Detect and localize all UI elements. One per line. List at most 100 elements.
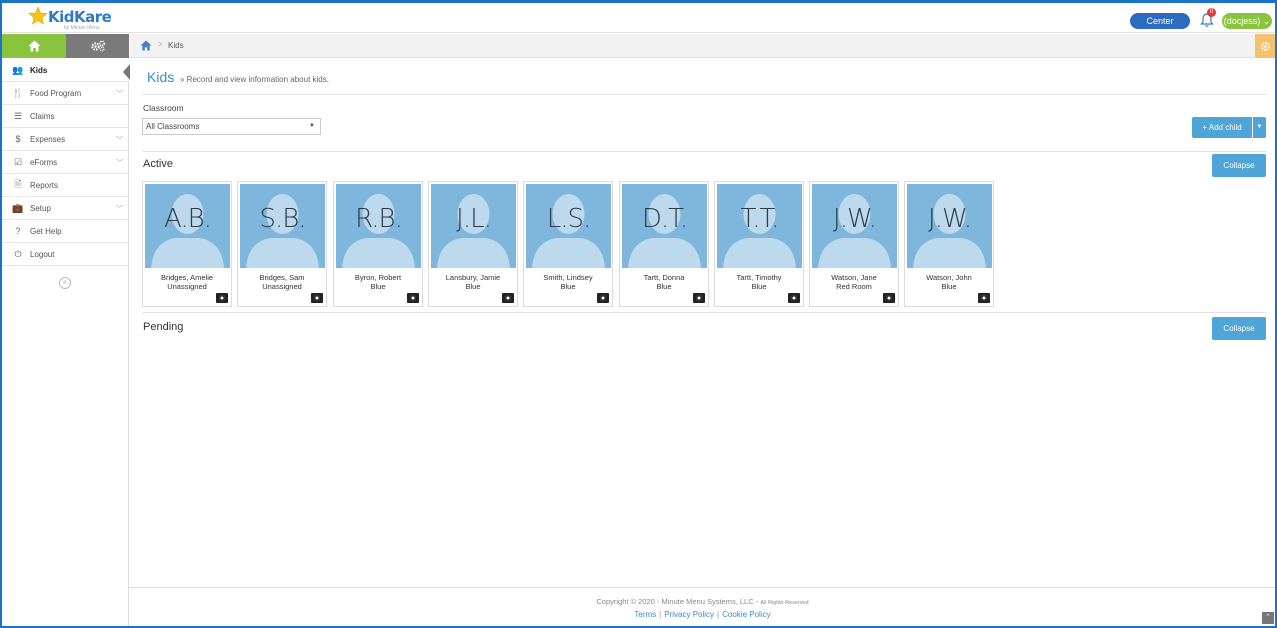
sidebar-item-reports[interactable]: 🗎 Reports [2, 174, 129, 197]
kid-initials: R.B. [355, 204, 403, 234]
sidebar-item-setup[interactable]: 💼 Setup ﹀ [2, 197, 129, 220]
kid-classroom: Blue [941, 282, 957, 291]
kid-avatar[interactable]: J.W. [907, 184, 992, 268]
kid-card[interactable]: J.W. Watson, Jane Red Room [809, 181, 899, 307]
dropdown-arrow-icon: ▼ [309, 123, 315, 129]
kid-initials: J.W. [928, 204, 972, 234]
dollar-icon: $ [15, 134, 21, 144]
kidkare-logo[interactable]: KidKare by Minute Menu [28, 6, 128, 32]
kid-name: Bridges, Amelie [160, 273, 214, 282]
rights-text: All Rights Reserved [760, 600, 809, 606]
sidebar-item-label: Reports [30, 180, 59, 190]
user-menu-button[interactable]: (docjess) ⌄ [1222, 13, 1272, 29]
chevron-down-icon: ﹀ [116, 206, 123, 213]
camera-icon[interactable] [883, 293, 895, 303]
home-icon[interactable] [140, 40, 152, 51]
kid-name: Tartt, Timothy [736, 273, 782, 282]
classroom-label: Classroom [143, 103, 184, 113]
settings-button[interactable] [66, 34, 129, 58]
kid-initials: D.T. [641, 204, 688, 234]
kid-name: Byron, Robert [354, 273, 402, 282]
kid-card[interactable]: J.W. Watson, John Blue [904, 181, 994, 307]
collapse-pending-button[interactable]: Collapse [1212, 317, 1266, 340]
active-indicator [123, 64, 130, 80]
sidebar-item-claims[interactable]: ☰ Claims [2, 105, 129, 128]
sidebar-item-label: Kids [30, 65, 48, 75]
kid-card[interactable]: A.B. Bridges, Amelie Unassigned [142, 181, 232, 307]
kid-avatar[interactable]: D.T. [622, 184, 707, 268]
pending-section-title: Pending [143, 321, 184, 333]
chevron-down-icon: ﹀ [116, 137, 123, 144]
kid-avatar[interactable]: J.L. [431, 184, 516, 268]
sidebar-item-food-program[interactable]: 🍴 Food Program ﹀ [2, 82, 129, 105]
kid-classroom: Red Room [836, 282, 872, 291]
kid-avatar[interactable]: A.B. [145, 184, 230, 268]
kid-card[interactable]: D.T. Tartt, Donna Blue [619, 181, 709, 307]
sidebar-menu: 👥 Kids 🍴 Food Program ﹀ ☰ Claims $ Expen… [2, 59, 130, 266]
top-bar: KidKare by Minute Menu Center 0 (docjess… [2, 3, 1275, 33]
help-icon: ? [15, 226, 21, 236]
sidebar-item-label: Logout [30, 249, 55, 259]
power-icon: ⏻ [14, 248, 22, 259]
sidebar-item-expenses[interactable]: $ Expenses ﹀ [2, 128, 129, 151]
camera-icon[interactable] [502, 293, 514, 303]
sidebar-item-eforms[interactable]: ☑ eForms ﹀ [2, 151, 129, 174]
camera-icon[interactable] [407, 293, 419, 303]
sidebar-item-label: Get Help [30, 226, 62, 236]
breadcrumb-separator: > [158, 40, 163, 49]
kid-name: Tartt, Donna [643, 273, 685, 282]
sidebar-item-logout[interactable]: ⏻ Logout [2, 243, 129, 266]
briefcase-icon: 💼 [12, 202, 24, 213]
add-child-button[interactable]: + Add child [1192, 117, 1252, 138]
kid-avatar[interactable]: R.B. [336, 184, 421, 268]
document-icon: 🗎 [14, 179, 22, 189]
home-icon [28, 40, 40, 52]
collapse-active-button[interactable]: Collapse [1212, 154, 1266, 177]
kid-card[interactable]: J.L. Lansbury, Jamie Blue [428, 181, 518, 307]
page-title: Kids [147, 69, 175, 85]
breadcrumb-current: Kids [168, 41, 184, 50]
gears-icon [90, 40, 105, 52]
collapse-sidebar-button[interactable]: « [59, 277, 71, 289]
camera-icon[interactable] [311, 293, 323, 303]
sidebar-item-get-help[interactable]: ? Get Help [2, 220, 129, 243]
kid-name: Bridges, Sam [259, 273, 305, 282]
kid-avatar[interactable]: L.S. [526, 184, 611, 268]
kid-classroom: Blue [465, 282, 481, 291]
logo-text: KidKare [48, 8, 112, 26]
kid-name: Lansbury, Jamie [445, 273, 501, 282]
camera-icon[interactable] [978, 293, 990, 303]
classroom-selected-value: All Classrooms [146, 122, 200, 131]
footer-links: Terms | Privacy Policy | Cookie Policy [634, 610, 771, 619]
divider [142, 312, 1267, 313]
kid-classroom: Unassigned [262, 282, 302, 291]
center-button[interactable]: Center [1130, 13, 1190, 29]
home-button[interactable] [2, 34, 66, 58]
checkbox-icon: ☑ [13, 156, 23, 167]
kid-classroom: Blue [560, 282, 576, 291]
cookie-policy-link[interactable]: Cookie Policy [722, 610, 770, 619]
kid-card[interactable]: R.B. Byron, Robert Blue [333, 181, 423, 307]
add-child-dropdown-button[interactable]: ▼ [1253, 117, 1266, 138]
kid-avatar[interactable]: J.W. [812, 184, 897, 268]
chevron-down-icon: ﹀ [116, 91, 123, 98]
camera-icon[interactable] [597, 293, 609, 303]
kid-card[interactable]: L.S. Smith, Lindsey Blue [523, 181, 613, 307]
terms-link[interactable]: Terms [634, 610, 656, 619]
sidebar-item-kids[interactable]: 👥 Kids [2, 59, 130, 82]
kid-card[interactable]: T.T. Tartt, Timothy Blue [714, 181, 804, 307]
scroll-to-top-button[interactable]: ⌃ [1262, 612, 1274, 624]
kid-initials: J.L. [456, 204, 492, 234]
camera-icon[interactable] [693, 293, 705, 303]
camera-icon[interactable] [216, 293, 228, 303]
kid-classroom: Blue [656, 282, 672, 291]
privacy-policy-link[interactable]: Privacy Policy [664, 610, 714, 619]
kid-avatar[interactable]: T.T. [717, 184, 802, 268]
kid-card[interactable]: S.B. Bridges, Sam Unassigned [237, 181, 327, 307]
sidebar-top-bar [2, 34, 129, 58]
camera-icon[interactable] [788, 293, 800, 303]
classroom-select[interactable]: All Classrooms ▼ [142, 118, 321, 135]
kid-avatar[interactable]: S.B. [240, 184, 325, 268]
page-settings-button[interactable] [1255, 34, 1275, 58]
breadcrumb: > Kids [130, 34, 1275, 58]
